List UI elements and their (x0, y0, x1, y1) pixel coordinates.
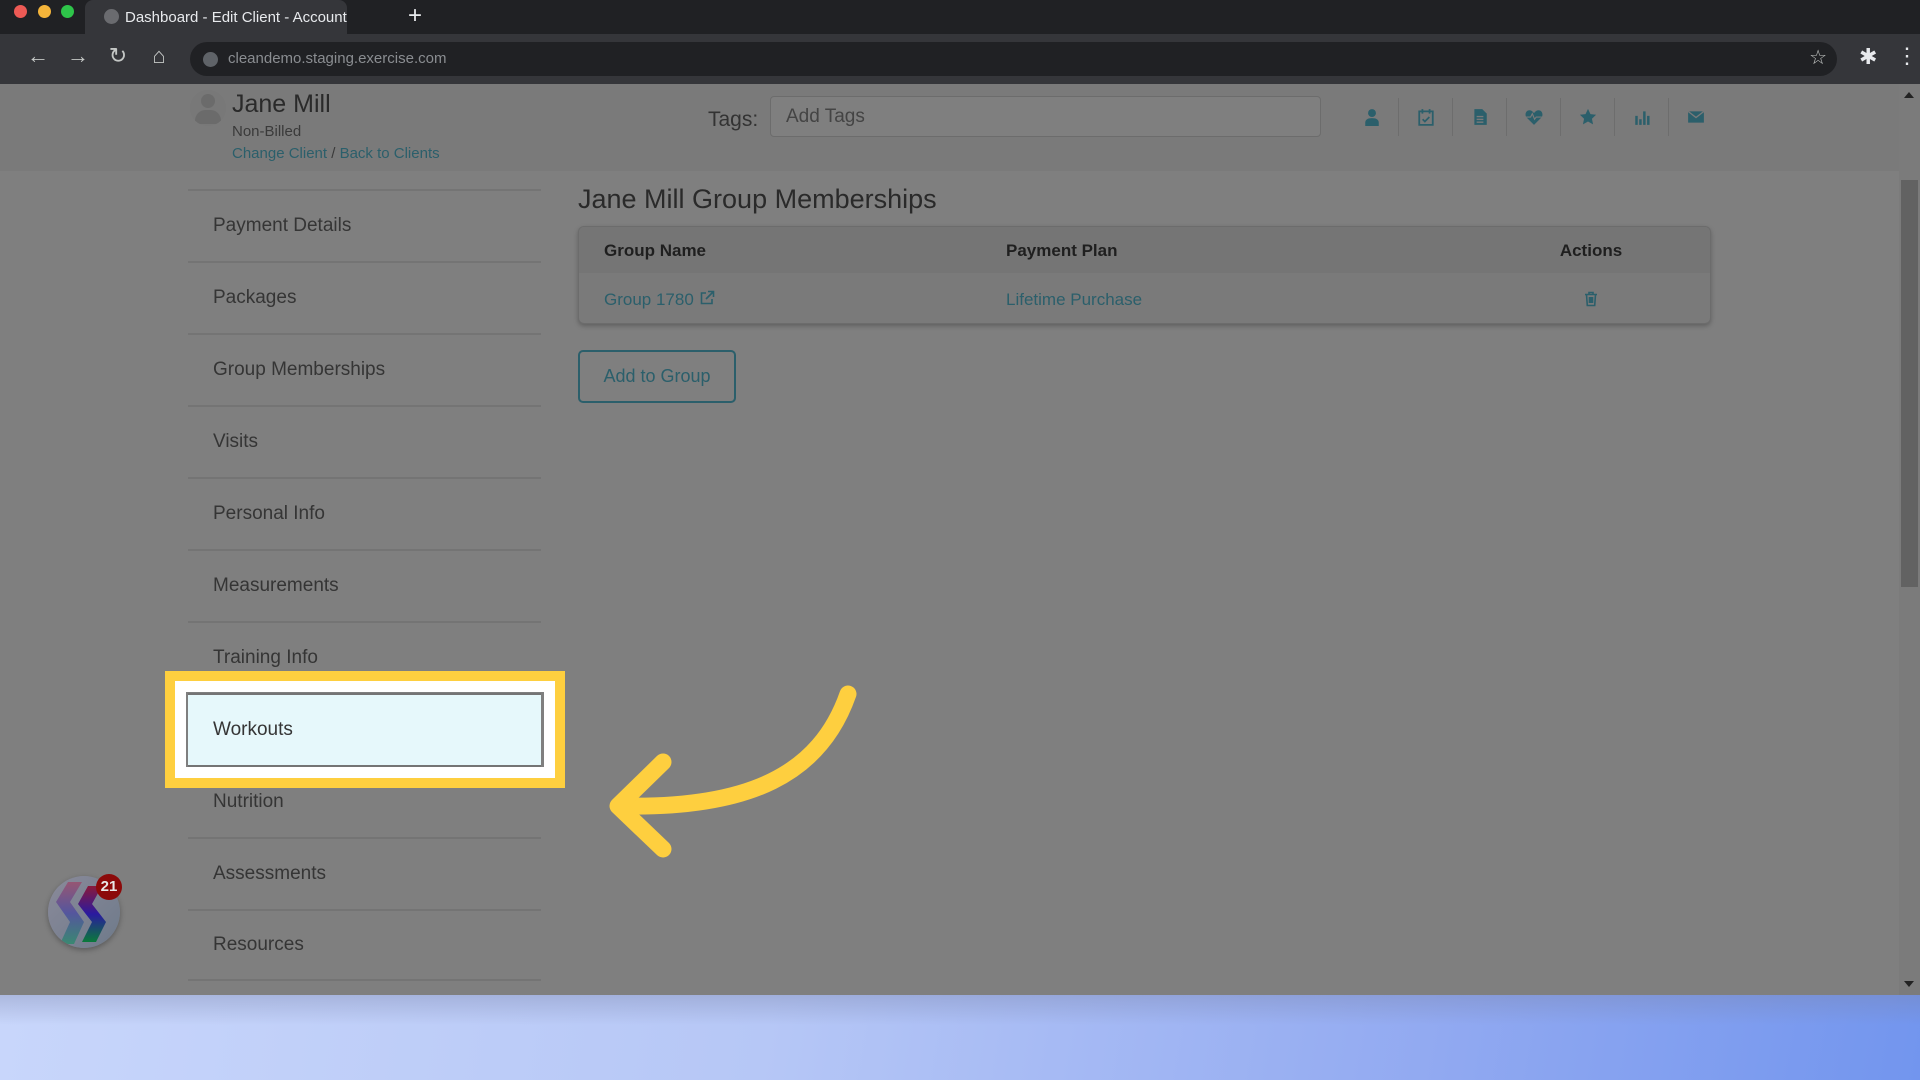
sidebar-item-measurements[interactable]: Measurements (188, 549, 541, 621)
scrollbar-thumb[interactable] (1901, 180, 1918, 587)
desktop-background (0, 995, 1920, 1080)
add-to-group-button[interactable]: Add to Group (578, 350, 736, 403)
address-bar[interactable]: cleandemo.staging.exercise.com ☆ (190, 42, 1837, 76)
column-header-payment-plan: Payment Plan (1006, 241, 1118, 260)
trash-icon (1585, 291, 1597, 307)
tags-label: Tags: (708, 108, 759, 131)
tags-input[interactable] (770, 96, 1321, 137)
group-memberships-table: Group Name Payment Plan Actions Group 17… (578, 226, 1711, 324)
delete-membership-button[interactable] (1541, 291, 1641, 312)
reload-icon[interactable]: ↻ (104, 42, 132, 70)
message-button[interactable] (1669, 98, 1723, 136)
user-icon (1364, 109, 1379, 126)
sidebar-item-personal-info[interactable]: Personal Info (188, 477, 541, 549)
sidebar-item-assessments[interactable]: Assessments (188, 837, 541, 909)
page-title: Jane Mill Group Memberships (578, 184, 937, 214)
site-info-icon[interactable] (203, 52, 218, 67)
back-icon[interactable]: ← (24, 42, 52, 70)
sidebar-item-group-memberships[interactable]: Group Memberships (188, 333, 541, 405)
group-name-cell: Group 1780 (604, 290, 715, 310)
client-sidebar-nav: Payment Details Packages Group Membershi… (188, 189, 541, 981)
tutorial-arrow-icon (609, 685, 857, 858)
column-header-group-name: Group Name (604, 241, 707, 260)
column-header-actions: Actions (1559, 241, 1623, 260)
reports-button[interactable] (1615, 98, 1669, 136)
payment-plan-link[interactable]: Lifetime Purchase (1006, 290, 1142, 309)
client-billing-status: Non-Billed (232, 123, 302, 140)
tab-title: Dashboard - Edit Client - Account (125, 8, 347, 26)
sidebar-item-workouts[interactable]: Workouts (188, 693, 541, 765)
sidebar-item-training-info[interactable]: Training Info (188, 621, 541, 693)
table-header: Group Name Payment Plan Actions (579, 227, 1710, 273)
browser-toolbar: ← → ↻ ⌂ cleandemo.staging.exercise.com ☆… (0, 34, 1920, 84)
globe-icon (104, 9, 119, 24)
sidebar-item-packages[interactable]: Packages (188, 261, 541, 333)
change-client-link[interactable]: Change Client (232, 145, 327, 162)
page-content: Jane Mill Non-Billed Change Client / Bac… (0, 84, 1920, 995)
user-icon-body (195, 110, 221, 124)
external-link-icon (700, 290, 714, 305)
client-header: Jane Mill Non-Billed Change Client / Bac… (0, 84, 1900, 171)
extensions-puzzle-icon[interactable]: ✱ (1859, 44, 1877, 70)
sidebar-item-resources[interactable]: Resources (188, 909, 541, 981)
maximize-window-button[interactable] (61, 5, 74, 18)
forward-icon[interactable]: → (64, 42, 92, 70)
url-text[interactable]: cleandemo.staging.exercise.com (228, 50, 446, 67)
client-toolbar (1345, 98, 1723, 136)
profile-button[interactable] (1345, 98, 1399, 136)
browser-tab-bar: Dashboard - Edit Client - Account + (0, 0, 1920, 34)
favorites-button[interactable] (1561, 98, 1615, 136)
minimize-window-button[interactable] (38, 5, 51, 18)
group-link[interactable]: Group 1780 (604, 290, 715, 309)
notification-count-badge: 21 (96, 874, 122, 900)
documents-button[interactable] (1453, 98, 1507, 136)
sidebar-item-visits[interactable]: Visits (188, 405, 541, 477)
client-links: Change Client / Back to Clients (232, 145, 440, 162)
star-icon (1579, 108, 1596, 125)
link-separator: / (331, 145, 336, 162)
heartbeat-icon (1525, 110, 1542, 125)
health-button[interactable] (1507, 98, 1561, 136)
group-name-text: Group 1780 (604, 290, 694, 309)
client-avatar (190, 90, 226, 126)
close-window-button[interactable] (14, 5, 27, 18)
sidebar-item-nutrition[interactable]: Nutrition (188, 765, 541, 837)
client-name: Jane Mill (232, 90, 331, 118)
bookmark-star-icon[interactable]: ☆ (1809, 45, 1827, 70)
back-to-clients-link[interactable]: Back to Clients (340, 145, 440, 162)
home-icon[interactable]: ⌂ (145, 42, 173, 70)
payment-plan-cell: Lifetime Purchase (1006, 290, 1142, 310)
scroll-down-arrow-icon[interactable] (1904, 981, 1914, 987)
bar-chart-icon (1634, 111, 1650, 125)
table-row: Group 1780 Lifetime Purchase (579, 273, 1710, 323)
scroll-up-arrow-icon[interactable] (1904, 92, 1914, 98)
envelope-icon (1687, 110, 1705, 123)
sidebar-item-payment-details[interactable]: Payment Details (188, 189, 541, 261)
schedule-button[interactable] (1399, 98, 1453, 136)
browser-tab[interactable]: Dashboard - Edit Client - Account (85, 0, 347, 34)
new-tab-button[interactable]: + (408, 3, 422, 29)
document-icon (1473, 109, 1487, 125)
browser-menu-icon[interactable]: ⋮ (1896, 42, 1918, 70)
page-scrollbar[interactable] (1899, 84, 1920, 995)
user-icon (201, 94, 215, 108)
calendar-check-icon (1417, 109, 1434, 126)
